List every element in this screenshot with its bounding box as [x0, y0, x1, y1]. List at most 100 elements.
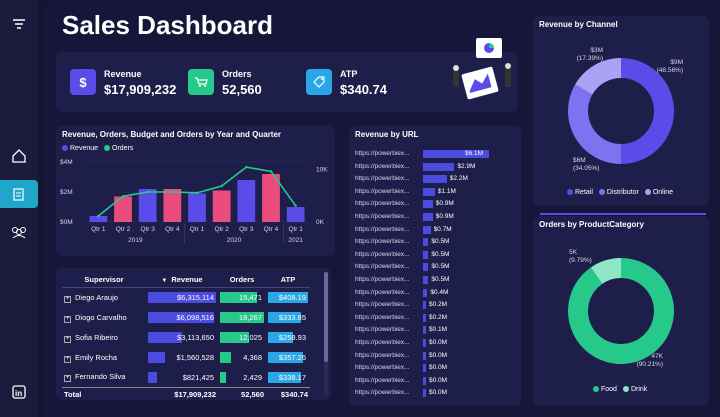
legend-drink[interactable]: Drink	[622, 386, 647, 393]
x-tick: Qtr 1	[190, 226, 205, 233]
x-tick: Qtr 1	[288, 226, 303, 233]
url-bar-row[interactable]: https://powerbiex... $0.5M	[349, 274, 519, 286]
expand-icon[interactable]: +	[64, 375, 71, 383]
slice-pct: (90.21%)	[637, 361, 663, 368]
url-value: $0.5M	[431, 238, 450, 246]
supervisor-name[interactable]: + Diego Araujo	[62, 288, 146, 308]
col-supervisor[interactable]: Supervisor	[62, 272, 146, 288]
expand-icon[interactable]: +	[64, 295, 71, 303]
cart-icon	[188, 69, 214, 95]
supervisor-table-card: Supervisor ▼ Revenue Orders ATP + Diego Ar…	[56, 268, 331, 402]
url-bar	[423, 389, 426, 398]
table-row[interactable]: + Sofia Ribeiro $3,113,650 12,025 $258.93	[62, 328, 310, 348]
url-bar	[423, 288, 428, 297]
url-bar	[423, 250, 429, 259]
revenue-bar	[188, 193, 206, 222]
url-bar-row[interactable]: https://powerbiex... $0.5M	[349, 249, 519, 261]
channel-legend: Retail Distributor Online	[567, 189, 673, 196]
home-icon[interactable]	[0, 142, 38, 170]
url-bar-row[interactable]: https://powerbiex... $0.0M	[349, 362, 519, 374]
revenue-cell: $821,425	[148, 371, 216, 383]
expand-icon[interactable]: +	[64, 355, 71, 363]
url-bar-row[interactable]: https://powerbiex... $0.9M	[349, 211, 519, 223]
url-bar-row[interactable]: https://powerbiex... $0.2M	[349, 299, 519, 311]
total-label: Total	[62, 387, 146, 402]
url-label: https://powerbiex...	[355, 276, 410, 283]
url-bar-row[interactable]: https://powerbiex... $1.1M	[349, 186, 519, 198]
expand-icon[interactable]: +	[64, 315, 71, 323]
supervisor-name[interactable]: + Emily Rocha	[62, 348, 146, 368]
table-row[interactable]: + Emily Rocha $1,560,528 4,368 $357.26	[62, 348, 310, 368]
url-bar	[423, 376, 426, 385]
total-revenue: $17,909,232	[146, 387, 218, 402]
y-tick: $2M	[60, 189, 73, 196]
kpi-orders-label: Orders	[222, 69, 252, 79]
url-bar-row[interactable]: https://powerbiex... $0.0M	[349, 350, 519, 362]
table-scrollbar[interactable]	[324, 272, 328, 396]
url-bar-row[interactable]: https://powerbiex... $0.2M	[349, 312, 519, 324]
supervisor-name[interactable]: + Diogo Carvalho	[62, 308, 146, 328]
expand-icon[interactable]: +	[64, 335, 71, 343]
legend-retail[interactable]: Retail	[567, 189, 593, 196]
atp-cell: $357.26	[268, 352, 308, 363]
url-label: https://powerbiex...	[355, 376, 410, 384]
url-bar-row[interactable]: https://powerbiex... $0.0M	[349, 387, 519, 399]
url-label: https://powerbiex...	[355, 364, 410, 372]
legend-revenue[interactable]: Revenue	[62, 145, 98, 152]
url-value: $0.1M	[429, 326, 448, 334]
legend-distributor[interactable]: Distributor	[598, 189, 639, 196]
url-bar	[423, 200, 433, 209]
table-row[interactable]: + Fernando Silva $821,425 2,429 $338.17	[62, 368, 310, 388]
tag-icon	[306, 69, 332, 95]
kpi-atp-value: $340.74	[340, 82, 387, 97]
col-revenue[interactable]: ▼ Revenue	[146, 272, 218, 288]
url-bar-row[interactable]: https://powerbiex... $0.0M	[349, 337, 519, 349]
team-icon[interactable]	[0, 218, 38, 246]
table-row[interactable]: + Diego Araujo $6,315,114 15,471 $408.19	[62, 288, 310, 308]
x-tick: Qtr 3	[239, 226, 254, 233]
url-value: $0.0M	[429, 376, 448, 384]
url-bar-row[interactable]: https://powerbiex... $6.1M	[349, 148, 519, 160]
url-bar-row[interactable]: https://powerbiex... $0.4M	[349, 287, 519, 299]
url-bar-row[interactable]: https://powerbiex... $0.5M	[349, 236, 519, 248]
x-tick: Qtr 4	[165, 226, 180, 233]
x-tick: Qtr 2	[116, 226, 131, 233]
table-row[interactable]: + Diogo Carvalho $6,098,516 18,267 $333.85	[62, 308, 310, 328]
url-label: https://powerbiex...	[355, 187, 410, 195]
legend-food[interactable]: Food	[593, 386, 617, 393]
legend-online[interactable]: Online	[644, 189, 673, 196]
url-value: $0.2M	[429, 301, 448, 309]
y-tick: $0M	[60, 219, 73, 226]
url-value: $6.1M	[465, 150, 484, 157]
sales-icon[interactable]	[0, 180, 38, 208]
slice-pct: (48.56%)	[657, 67, 683, 74]
col-atp[interactable]: ATP	[266, 272, 310, 288]
col-orders[interactable]: Orders	[218, 272, 266, 288]
url-bar	[423, 175, 447, 184]
menu-icon[interactable]	[0, 10, 38, 38]
supervisor-name[interactable]: + Sofia Ribeiro	[62, 328, 146, 348]
url-bar-row[interactable]: https://powerbiex... $2.2M	[349, 173, 519, 185]
url-bar-row[interactable]: https://powerbiex... $0.5M	[349, 261, 519, 273]
kpi-revenue-label: Revenue	[104, 69, 142, 79]
url-bar-row[interactable]: https://powerbiex... $2.9M	[349, 161, 519, 173]
legend-orders[interactable]: Orders	[104, 145, 133, 152]
url-bar-row[interactable]: https://powerbiex... $0.7M	[349, 224, 519, 236]
url-bar-row[interactable]: https://powerbiex... $0.1M	[349, 324, 519, 336]
channel-donut: $9M(48.56%) $6M(34.05%) $3M(17.39%)	[568, 47, 683, 172]
x-tick: Qtr 1	[91, 226, 106, 233]
kpi-atp: ATP $340.74	[306, 69, 387, 97]
orders-cell: 12,025	[220, 332, 264, 343]
url-bar-row[interactable]: https://powerbiex... $0.9M	[349, 198, 519, 210]
y2-tick: 0K	[316, 219, 325, 226]
slice-label: $9M	[670, 59, 683, 66]
supervisor-name[interactable]: + Fernando Silva	[62, 368, 146, 388]
combo-chart-title: Revenue, Orders, Budget and Orders by Ye…	[62, 130, 282, 139]
orders-point	[220, 184, 223, 188]
url-value: $0.0M	[429, 389, 448, 397]
url-bar-row[interactable]: https://powerbiex... $0.0M	[349, 375, 519, 387]
linkedin-icon[interactable]: in	[0, 378, 38, 406]
orders-point	[294, 204, 297, 207]
url-bar	[423, 162, 455, 171]
url-value: $0.5M	[431, 263, 450, 271]
